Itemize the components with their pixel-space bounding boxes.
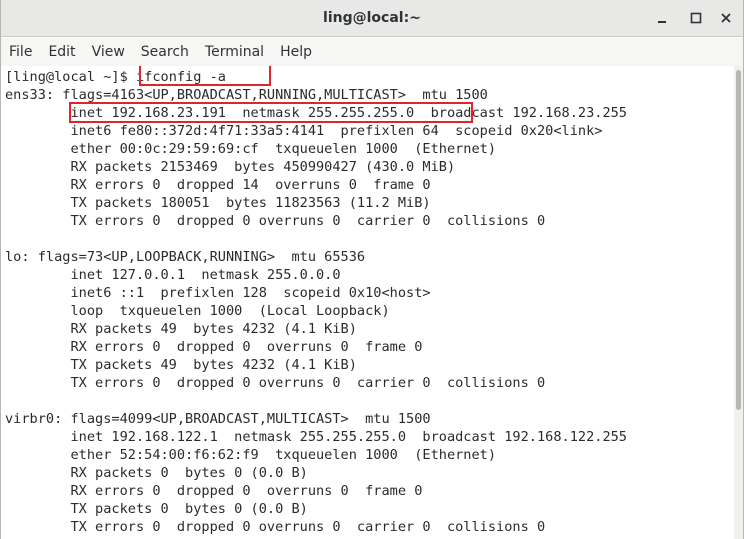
output-line: TX errors 0 dropped 0 overruns 0 carrier…: [5, 375, 546, 391]
minimize-icon: [658, 21, 666, 23]
output-line: ens33: flags=4163<UP,BROADCAST,RUNNING,M…: [5, 87, 488, 103]
output-line: TX packets 49 bytes 4232 (4.1 KiB): [5, 357, 357, 373]
output-line: ether 00:0c:29:59:69:cf txqueuelen 1000 …: [5, 141, 497, 157]
menu-view[interactable]: View: [92, 44, 125, 60]
title-bar[interactable]: ling@local:~: [1, 0, 743, 37]
window-title: ling@local:~: [323, 10, 421, 26]
output-line: TX errors 0 dropped 0 overruns 0 carrier…: [5, 519, 546, 535]
output-line: RX packets 49 bytes 4232 (4.1 KiB): [5, 321, 357, 337]
output-line: RX packets 2153469 bytes 450990427 (430.…: [5, 159, 456, 175]
scrollbar-thumb[interactable]: [736, 70, 741, 410]
output-line: TX errors 0 dropped 0 overruns 0 carrier…: [5, 213, 546, 229]
output-line: lo: flags=73<UP,LOOPBACK,RUNNING> mtu 65…: [5, 249, 366, 265]
output-line: loop txqueuelen 1000 (Local Loopback): [5, 303, 390, 319]
close-button[interactable]: [717, 9, 735, 27]
maximize-button[interactable]: [687, 9, 705, 27]
output-line: virbr0: flags=4099<UP,BROADCAST,MULTICAS…: [5, 411, 431, 427]
output-line: inet6 ::1 prefixlen 128 scopeid 0x10<hos…: [5, 285, 431, 301]
output-line: TX packets 0 bytes 0 (0.0 B): [5, 501, 308, 517]
output-line: ether 52:54:00:f6:62:f9 txqueuelen 1000 …: [5, 447, 497, 463]
output-line: TX packets 180051 bytes 11823563 (11.2 M…: [5, 195, 431, 211]
menu-help[interactable]: Help: [280, 44, 312, 60]
close-icon: [721, 13, 731, 23]
minimize-button[interactable]: [653, 9, 671, 27]
typed-command: ifconfig -a: [135, 69, 226, 85]
output-line: inet6 fe80::372d:4f71:33a5:4141 prefixle…: [5, 123, 603, 139]
output-line: inet 192.168.122.1 netmask 255.255.255.0…: [5, 429, 627, 445]
terminal-window: ling@local:~ File Edit View Search Termi…: [0, 0, 744, 539]
terminal-output[interactable]: [ling@local ~]$ ifconfig -a ens33: flags…: [1, 66, 734, 539]
menu-search[interactable]: Search: [141, 44, 189, 60]
output-line: inet 192.168.23.191 netmask 255.255.255.…: [5, 105, 627, 121]
prompt-line: [ling@local ~]$ ifconfig -a: [5, 68, 226, 86]
shell-prompt: [ling@local ~]$: [5, 69, 136, 85]
output-line: RX errors 0 dropped 0 overruns 0 frame 0: [5, 339, 423, 355]
maximize-icon: [690, 12, 702, 24]
menu-bar: File Edit View Search Terminal Help: [1, 38, 743, 66]
output-line: RX packets 0 bytes 0 (0.0 B): [5, 465, 308, 481]
output-line: RX errors 0 dropped 14 overruns 0 frame …: [5, 177, 431, 193]
vertical-scrollbar[interactable]: [734, 66, 743, 539]
menu-file[interactable]: File: [9, 44, 32, 60]
menu-terminal[interactable]: Terminal: [205, 44, 264, 60]
menu-edit[interactable]: Edit: [48, 44, 75, 60]
output-line: inet 127.0.0.1 netmask 255.0.0.0: [5, 267, 341, 283]
output-line: RX errors 0 dropped 0 overruns 0 frame 0: [5, 483, 423, 499]
